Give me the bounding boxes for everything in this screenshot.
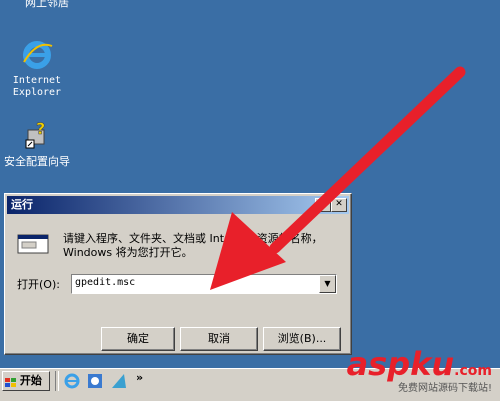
watermark-brand: aspku: [346, 345, 455, 383]
show-desktop-icon[interactable]: [110, 372, 128, 390]
taskbar-divider: [55, 371, 59, 391]
windows-logo-icon: [5, 376, 16, 387]
arrow-annotation: [210, 66, 466, 290]
watermark-suffix: .com: [454, 363, 492, 379]
arrow-shaft: [269, 66, 466, 254]
outlook-quicklaunch-icon[interactable]: [86, 372, 104, 390]
watermark: aspku.com 免费网站源码下载站!: [347, 345, 492, 394]
more-quicklaunch-button[interactable]: »: [136, 371, 143, 384]
start-button[interactable]: 开始: [2, 371, 50, 391]
ie-quicklaunch-icon[interactable]: [63, 372, 81, 390]
start-label: 开始: [19, 374, 42, 387]
